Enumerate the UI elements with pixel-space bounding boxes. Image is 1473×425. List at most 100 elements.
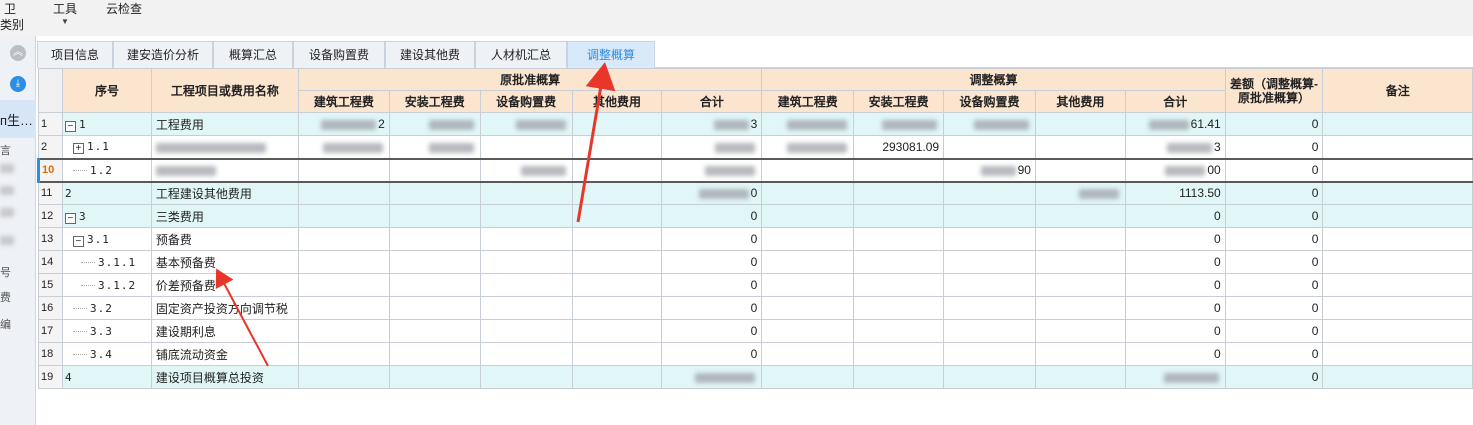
cell-adj-2[interactable]: [943, 365, 1036, 389]
cell-adj-0[interactable]: [761, 296, 855, 320]
cell-orig-3[interactable]: [571, 181, 663, 205]
table-row[interactable]: 10 1.2 90 00 0: [37, 157, 1473, 183]
cell-orig-0[interactable]: 2: [297, 112, 390, 136]
cell-adj-4[interactable]: [1124, 365, 1226, 389]
cell-adj-1[interactable]: [853, 365, 945, 389]
cell-remark[interactable]: [1322, 157, 1473, 183]
cell-orig-4[interactable]: 0: [661, 296, 763, 320]
expand-node-icon[interactable]: +: [72, 143, 84, 155]
row-number[interactable]: 2: [38, 135, 63, 159]
cell-orig-2[interactable]: [479, 227, 573, 251]
table-row[interactable]: 19 4 建设项目概算总投资 0: [38, 365, 1473, 389]
cell-orig-4[interactable]: 0: [661, 204, 763, 228]
cell-orig-1[interactable]: [388, 227, 481, 251]
table-row[interactable]: 2 +1.1 293081.09 3 0: [38, 135, 1473, 159]
cell-orig-1[interactable]: [388, 273, 481, 297]
cell-adj-1[interactable]: 293081.09: [853, 135, 945, 159]
cell-adj-0[interactable]: [761, 181, 855, 205]
cell-orig-3[interactable]: [571, 204, 663, 228]
col-header-orig-building[interactable]: 建筑工程费: [297, 90, 390, 113]
row-number[interactable]: 15: [38, 273, 63, 297]
col-header-remark[interactable]: 备注: [1322, 68, 1473, 113]
cell-remark[interactable]: [1322, 135, 1473, 159]
col-header-diff[interactable]: 差额（调整概算-原批准概算）: [1224, 68, 1324, 113]
cell-remark[interactable]: [1322, 204, 1473, 228]
cell-orig-0[interactable]: [297, 135, 390, 159]
cell-adj-1[interactable]: [853, 273, 945, 297]
cell-orig-2[interactable]: [479, 112, 573, 136]
cell-orig-2[interactable]: [479, 157, 573, 183]
cell-diff[interactable]: 0: [1224, 135, 1324, 159]
cell-orig-2[interactable]: [479, 135, 573, 159]
row-number[interactable]: 14: [38, 250, 63, 274]
cell-orig-1[interactable]: [388, 365, 481, 389]
left-tree-item[interactable]: 言: [0, 142, 11, 158]
col-header-orig-install[interactable]: 安装工程费: [388, 90, 481, 113]
cell-name[interactable]: 固定资产投资方向调节税: [150, 296, 299, 320]
cell-orig-1[interactable]: [388, 157, 481, 183]
cell-name[interactable]: 预备费: [150, 227, 299, 251]
tab-cost-analysis[interactable]: 建安造价分析: [113, 41, 213, 68]
col-header-adj-total[interactable]: 合计: [1124, 90, 1226, 113]
cell-orig-1[interactable]: [388, 319, 481, 343]
cell-adj-0[interactable]: [761, 250, 855, 274]
cell-orig-0[interactable]: [297, 342, 390, 366]
cell-orig-0[interactable]: [297, 250, 390, 274]
cell-adj-4[interactable]: 0: [1124, 273, 1226, 297]
cell-remark[interactable]: [1322, 112, 1473, 136]
cell-orig-2[interactable]: [479, 342, 573, 366]
cell-orig-4[interactable]: 0: [661, 319, 763, 343]
cell-adj-3[interactable]: [1034, 273, 1126, 297]
cell-adj-3[interactable]: [1034, 135, 1126, 159]
cell-adj-3[interactable]: [1034, 204, 1126, 228]
cell-name[interactable]: 价差预备费: [150, 273, 299, 297]
cell-orig-2[interactable]: [479, 250, 573, 274]
cell-adj-2[interactable]: [943, 319, 1036, 343]
cell-adj-4[interactable]: 00: [1124, 157, 1226, 183]
cell-diff[interactable]: 0: [1224, 296, 1324, 320]
download-circle-icon[interactable]: ⤓: [10, 76, 26, 92]
cell-orig-3[interactable]: [571, 319, 663, 343]
cell-adj-4[interactable]: 0: [1124, 204, 1226, 228]
cell-orig-0[interactable]: [297, 319, 390, 343]
cell-orig-1[interactable]: [388, 296, 481, 320]
table-row[interactable]: 1−1 工程费用 2 3 61.41 0: [38, 112, 1473, 136]
cell-seq[interactable]: 4: [61, 365, 152, 389]
cell-orig-0[interactable]: [297, 227, 390, 251]
left-tree-item[interactable]: 费: [0, 289, 11, 305]
cell-orig-2[interactable]: [479, 365, 573, 389]
table-row[interactable]: 15 3.1.2 价差预备费 0 0 0: [38, 273, 1473, 297]
cell-orig-2[interactable]: [479, 319, 573, 343]
cell-remark[interactable]: [1322, 273, 1473, 297]
cell-name[interactable]: 基本预备费: [150, 250, 299, 274]
cell-adj-2[interactable]: [943, 227, 1036, 251]
cell-orig-1[interactable]: [388, 342, 481, 366]
menu-tools[interactable]: 工具 ▼: [53, 1, 77, 27]
cell-diff[interactable]: 0: [1224, 181, 1324, 205]
tab-estimate-summary[interactable]: 概算汇总: [213, 41, 293, 68]
cell-adj-1[interactable]: [853, 319, 945, 343]
cell-diff[interactable]: 0: [1224, 319, 1324, 343]
cell-adj-3[interactable]: [1034, 112, 1126, 136]
col-header-adj-equipment[interactable]: 设备购置费: [943, 90, 1036, 113]
collapse-node-icon[interactable]: −: [64, 120, 76, 132]
cell-orig-4[interactable]: 0: [661, 273, 763, 297]
cell-orig-2[interactable]: [479, 296, 573, 320]
cell-adj-2[interactable]: [943, 135, 1036, 159]
cell-name[interactable]: [150, 135, 299, 159]
cell-remark[interactable]: [1322, 319, 1473, 343]
cell-name[interactable]: 工程建设其他费用: [150, 181, 299, 205]
cell-orig-0[interactable]: [297, 365, 390, 389]
cell-orig-3[interactable]: [571, 296, 663, 320]
cell-orig-4[interactable]: 0: [661, 227, 763, 251]
menu-cloud-check[interactable]: 云检查: [106, 1, 142, 17]
cell-diff[interactable]: 0: [1224, 157, 1324, 183]
cell-adj-1[interactable]: [853, 250, 945, 274]
cell-adj-4[interactable]: 0: [1124, 250, 1226, 274]
tab-labor-material-summary[interactable]: 人材机汇总: [475, 41, 567, 68]
cell-orig-4[interactable]: 0: [661, 342, 763, 366]
cell-orig-0[interactable]: [297, 181, 390, 205]
row-number[interactable]: 16: [38, 296, 63, 320]
col-header-orig-total[interactable]: 合计: [661, 90, 763, 113]
tab-other-construction-cost[interactable]: 建设其他费: [385, 41, 475, 68]
